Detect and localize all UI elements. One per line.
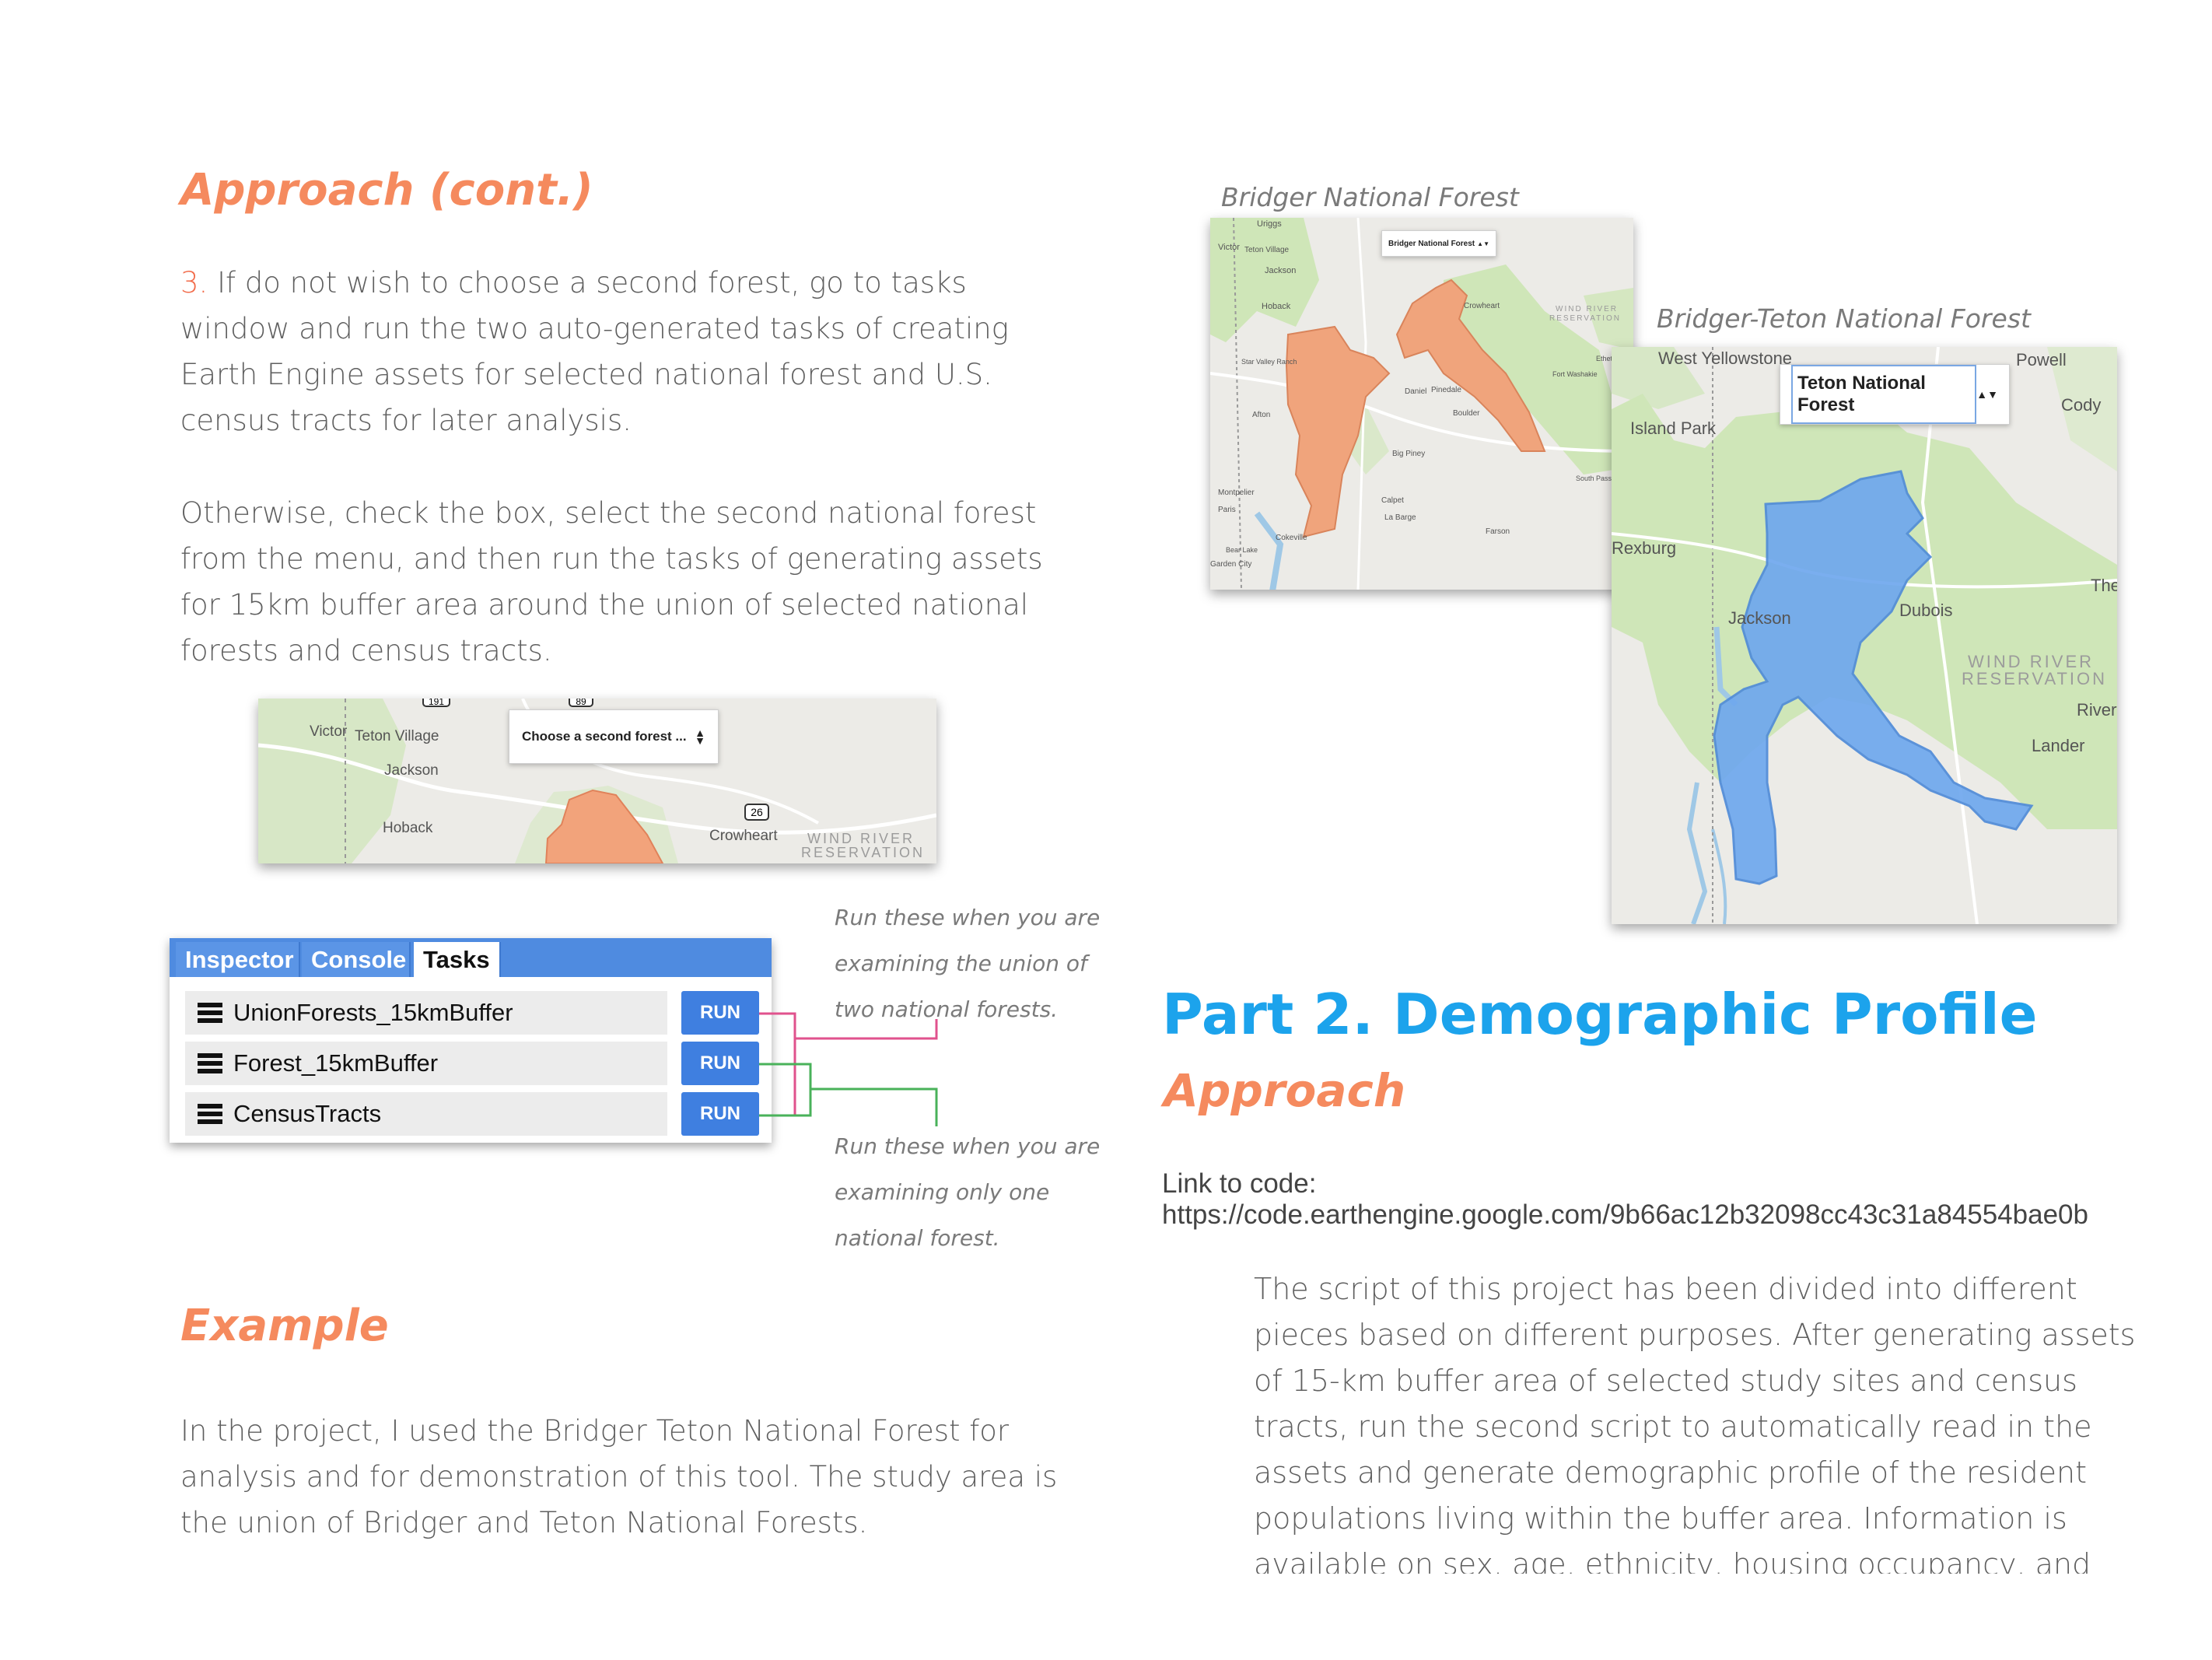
map-label-paris: Paris <box>1218 506 1236 514</box>
map-label-jackson: Jackson <box>1728 608 1791 628</box>
map-label-reservation: RESERVATION <box>801 845 926 860</box>
map-label-montpelier: Montpelier <box>1218 489 1255 497</box>
step3-text: If do not wish to choose a second forest… <box>180 266 1009 437</box>
panel-tab-bar: Inspector Console Tasks <box>170 938 772 977</box>
map-label-big-piney: Big Piney <box>1392 450 1426 458</box>
updown-arrows-icon: ▲▼ <box>695 727 705 747</box>
second-forest-dropdown[interactable]: Choose a second forest ... ▲ ▼ <box>509 709 719 764</box>
task-name: CensusTracts <box>233 1100 382 1127</box>
bridger-caption: Bridger National Forest <box>1221 182 1519 212</box>
task-row-forest: Forest_15kmBuffer <box>185 1042 667 1085</box>
shield-191-icon: 191 <box>422 699 450 707</box>
map-label-reservation: RESERVATION <box>1962 669 2108 688</box>
code-link-label: Link to code: <box>1162 1168 1317 1199</box>
shield-26-icon: 26 <box>744 804 769 821</box>
map-label-jackson: Jackson <box>1265 266 1297 275</box>
map-label-fort-washakie: Fort Washakie <box>1552 370 1598 378</box>
run-button-census-tracts[interactable]: RUN <box>681 1092 759 1136</box>
approach-heading: Approach <box>1164 1064 1406 1117</box>
step3-paragraph: 3. If do not wish to choose a second for… <box>180 260 1067 443</box>
table-icon <box>198 1053 222 1073</box>
bridger-teton-caption: Bridger-Teton National Forest <box>1657 303 2031 334</box>
map-label-la-barge: La Barge <box>1384 513 1416 522</box>
map-label-reservation: RESERVATION <box>1549 314 1622 323</box>
step3-number: 3. <box>180 266 208 299</box>
map-label-daniel: Daniel <box>1405 387 1427 396</box>
tab-inspector[interactable]: Inspector <box>176 942 300 977</box>
map-label-cokeville: Cokeville <box>1276 534 1307 542</box>
map-label-rexburg: Rexburg <box>1612 538 1677 558</box>
second-forest-map-screenshot: 191 89 26 Victor Teton Village Jackson H… <box>258 699 936 863</box>
map-label-dubois: Dubois <box>1899 601 1953 620</box>
map-label-hoback: Hoback <box>383 820 433 836</box>
note-union-forests: Run these when you are examining the uni… <box>835 905 1101 1022</box>
map-label-pinedale: Pinedale <box>1431 386 1461 394</box>
shield-89-label: 89 <box>576 699 586 707</box>
map-label-crowheart: Crowheart <box>709 828 778 844</box>
part2-heading: Part 2. Demographic Profile <box>1162 982 2038 1047</box>
code-link-url[interactable]: https://code.earthengine.google.com/9b66… <box>1162 1199 2088 1231</box>
task-name: Forest_15kmBuffer <box>233 1049 439 1077</box>
map-label-uriggs: Uriggs <box>1257 219 1282 229</box>
run-button-union-forests[interactable]: RUN <box>681 991 759 1035</box>
table-icon <box>198 1003 222 1023</box>
tab-console[interactable]: Console <box>302 942 411 977</box>
map-label-riverton: Riverton <box>2077 700 2117 720</box>
tab-tasks[interactable]: Tasks <box>414 942 501 977</box>
tasks-panel: Inspector Console Tasks UnionForests_15k… <box>170 938 772 1143</box>
table-icon <box>198 1104 222 1124</box>
run-button-forest[interactable]: RUN <box>681 1042 759 1085</box>
bridger-teton-map-screenshot: West Yellowstone Island Park Powell Cody… <box>1612 347 2117 924</box>
shield-89-icon: 89 <box>569 699 593 707</box>
example-paragraph: In the project, I used the Bridger Teton… <box>180 1414 1058 1539</box>
map-label-west-yellowstone: West Yellowstone <box>1658 348 1793 368</box>
map-label-cody: Cody <box>2061 395 2102 415</box>
description-clip: The script of this project has been divi… <box>1254 1266 2156 1574</box>
teton-forest-dropdown[interactable]: Teton National Forest ▲▼ <box>1780 364 2010 425</box>
updown-arrows-icon: ▲▼ <box>1477 240 1489 247</box>
map-label-crowheart: Crowheart <box>1464 302 1500 310</box>
example-heading: Example <box>180 1301 389 1351</box>
map-label-victor: Victor <box>310 723 348 740</box>
map-label-thermopolis: Thermopolis <box>2091 576 2117 595</box>
note-single-forest: Run these when you are examining only on… <box>835 1133 1101 1251</box>
map-label-farson: Farson <box>1486 527 1510 536</box>
second-forest-dropdown-label: Choose a second forest ... <box>522 729 687 744</box>
description-paragraph: The script of this project has been divi… <box>1254 1272 2136 1574</box>
map-label-hoback: Hoback <box>1262 302 1291 311</box>
map-label-island-park: Island Park <box>1630 419 1717 438</box>
task-row-union-forests: UnionForests_15kmBuffer <box>185 991 667 1035</box>
approach-cont-heading: Approach (cont.) <box>180 165 593 215</box>
task-row-census-tracts: CensusTracts <box>185 1092 667 1136</box>
map-label-powell: Powell <box>2016 350 2067 369</box>
bridger-map-screenshot: Uriggs Victor Teton Village Jackson Hoba… <box>1210 218 1633 590</box>
map-label-jackson: Jackson <box>384 762 439 779</box>
map-label-lander: Lander <box>2032 736 2085 755</box>
otherwise-paragraph: Otherwise, check the box, select the sec… <box>180 496 1043 667</box>
map-label-teton-village: Teton Village <box>1244 246 1290 254</box>
teton-forest-dropdown-label: Teton National Forest <box>1791 365 1977 424</box>
single-bracket <box>759 1063 938 1126</box>
map-label-bear-lake: Bear Lake <box>1226 546 1258 554</box>
map-label-afton: Afton <box>1252 411 1271 419</box>
map-label-teton-village: Teton Village <box>355 728 439 744</box>
task-name: UnionForests_15kmBuffer <box>233 999 513 1026</box>
bridger-forest-dropdown[interactable]: Bridger National Forest ▲▼ <box>1381 230 1496 257</box>
map-label-calpet: Calpet <box>1381 496 1404 505</box>
shield-191-label: 191 <box>429 699 444 707</box>
map-label-boulder: Boulder <box>1453 409 1480 418</box>
updown-arrows-icon: ▲▼ <box>1976 388 1998 401</box>
map-label-star-valley: Star Valley Ranch <box>1241 358 1297 366</box>
shield-26-label: 26 <box>751 806 763 818</box>
map-label-victor: Victor <box>1218 243 1240 252</box>
bridger-forest-dropdown-label: Bridger National Forest <box>1388 239 1475 248</box>
map-label-garden-city: Garden City <box>1210 560 1252 569</box>
map-label-wind-river: WIND RIVER <box>1556 305 1618 313</box>
